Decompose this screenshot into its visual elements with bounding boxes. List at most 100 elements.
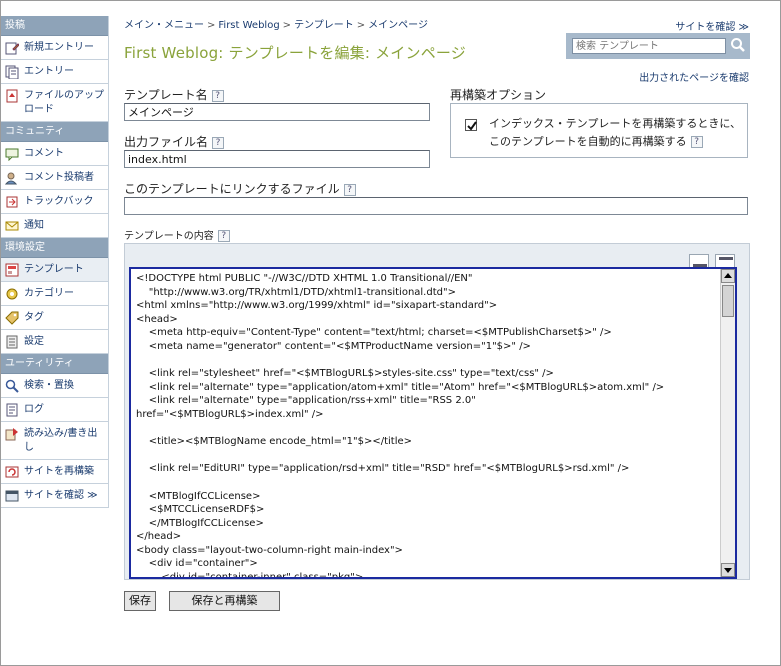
sidebar-item-label: コメント投稿者	[24, 172, 94, 183]
sidebar-item-settings[interactable]: 設定	[1, 330, 108, 354]
sidebar-item-log[interactable]: ログ	[1, 398, 108, 422]
breadcrumb-separator: >	[356, 20, 366, 31]
sidebar-item-label: 新規エントリー	[24, 42, 94, 53]
sidebar-section-header: コミュニティ	[1, 122, 108, 142]
linked-file-label-text: このテンプレートにリンクするファイル	[124, 182, 340, 196]
tag-icon	[5, 311, 19, 325]
template-icon	[5, 263, 19, 277]
sidebar-item-label: 通知	[24, 220, 44, 231]
template-code-text[interactable]: <!DOCTYPE html PUBLIC "-//W3C//DTD XHTML…	[136, 272, 716, 577]
commenter-icon	[4, 171, 19, 185]
sidebar-item-label: タグ	[24, 312, 44, 323]
sidebar-item-label: ファイルのアップロード	[24, 90, 104, 115]
output-file-input[interactable]	[124, 150, 430, 168]
help-icon[interactable]: ?	[212, 136, 225, 149]
scroll-down-icon[interactable]	[721, 563, 735, 577]
sidebar-item-label: 検索・置換	[24, 380, 74, 391]
rebuild-icon	[5, 465, 19, 479]
sidebar: 投稿新規エントリー エントリーファイルのアップロードコミュニティコメントコメント投…	[1, 16, 109, 508]
upload-icon	[5, 89, 19, 103]
sidebar-section-header: 投稿	[1, 16, 108, 36]
search-icon[interactable]	[730, 37, 746, 53]
view-published-page-link[interactable]: 出力されたページを確認	[639, 69, 749, 84]
sidebar-item-import-export[interactable]: 読み込み/書き出し	[1, 422, 108, 460]
sidebar-item-view-site[interactable]: サイトを確認 ≫	[1, 484, 108, 508]
template-name-label-text: テンプレート名	[124, 88, 208, 102]
breadcrumb-current: メインページ	[368, 20, 428, 31]
sidebar-item-label: サイトを再構築	[24, 466, 94, 477]
sidebar-item-label: カテゴリー	[24, 288, 74, 299]
sidebar-item-search[interactable]: 検索・置換	[1, 374, 108, 398]
linked-file-label: このテンプレートにリンクするファイル?	[124, 180, 356, 197]
sidebar-item-commenter[interactable]: コメント投稿者	[1, 166, 108, 190]
template-content-label: テンプレートの内容?	[124, 227, 230, 242]
sidebar-section-header: ユーティリティ	[1, 354, 108, 374]
search-box	[566, 33, 750, 59]
sidebar-section-header: 環境設定	[1, 238, 108, 258]
sidebar-item-new-entry[interactable]: 新規エントリー	[1, 36, 108, 60]
rebuild-options-box: インデックス・テンプレートを再構築するときに、このテンプレートを自動的に再構築す…	[450, 103, 748, 158]
trackback-icon	[5, 195, 19, 209]
template-code-editor[interactable]: <!DOCTYPE html PUBLIC "-//W3C//DTD XHTML…	[129, 267, 737, 579]
template-name-input[interactable]	[124, 103, 430, 121]
sidebar-item-notification[interactable]: 通知	[1, 214, 108, 238]
output-file-label: 出力ファイル名?	[124, 133, 225, 150]
breadcrumb-main-menu[interactable]: メイン・メニュー	[124, 20, 204, 31]
sidebar-item-entries[interactable]: エントリー	[1, 60, 108, 84]
sidebar-item-label: エントリー	[24, 66, 74, 77]
search-icon	[5, 379, 19, 393]
rebuild-option-label: インデックス・テンプレートを再構築するときに、このテンプレートを自動的に再構築す…	[489, 117, 742, 148]
breadcrumb-separator: >	[207, 20, 216, 31]
template-content-panel: <!DOCTYPE html PUBLIC "-//W3C//DTD XHTML…	[124, 243, 750, 580]
sidebar-item-label: テンプレート	[24, 264, 84, 275]
template-content-label-text: テンプレートの内容	[124, 231, 214, 242]
rebuild-checkbox[interactable]	[465, 119, 477, 131]
sidebar-item-template[interactable]: テンプレート	[1, 258, 108, 282]
editor-scrollbar[interactable]	[720, 269, 735, 577]
rebuild-option-text: インデックス・テンプレートを再構築するときに、このテンプレートを自動的に再構築す…	[489, 115, 741, 151]
breadcrumb-templates[interactable]: テンプレート	[294, 20, 354, 31]
sidebar-item-label: 読み込み/書き出し	[24, 428, 98, 453]
sidebar-item-comment[interactable]: コメント	[1, 142, 108, 166]
breadcrumb-separator: >	[282, 20, 292, 31]
page-title: First Weblog: テンプレートを編集: メインページ	[124, 44, 466, 62]
shrink-editor-icon[interactable]	[689, 254, 709, 268]
title-bar: First Weblog: テンプレートを編集: メインページ	[118, 33, 750, 63]
template-name-label: テンプレート名?	[124, 86, 224, 103]
sidebar-item-category[interactable]: カテゴリー	[1, 282, 108, 306]
breadcrumb-blog[interactable]: First Weblog	[218, 20, 279, 31]
sidebar-item-label: サイトを確認 ≫	[24, 490, 98, 501]
linked-file-input[interactable]	[124, 197, 748, 215]
checkmark-icon	[467, 121, 477, 131]
search-input[interactable]	[572, 38, 726, 54]
view-site-link[interactable]: サイトを確認 ≫	[675, 18, 749, 33]
sidebar-item-label: トラックバック	[24, 196, 94, 207]
help-icon[interactable]: ?	[211, 89, 224, 102]
scroll-up-icon[interactable]	[721, 269, 735, 283]
sidebar-item-rebuild[interactable]: サイトを再構築	[1, 460, 108, 484]
save-button[interactable]: 保存	[124, 591, 156, 611]
rebuild-options-label: 再構築オプション	[450, 88, 547, 102]
sidebar-item-label: コメント	[24, 148, 64, 159]
help-icon[interactable]: ?	[343, 183, 356, 196]
import-export-icon	[5, 427, 19, 441]
help-icon[interactable]: ?	[217, 230, 230, 242]
log-icon	[5, 403, 19, 417]
view-site-icon	[5, 489, 19, 503]
new-entry-icon	[5, 41, 20, 55]
output-file-label-text: 出力ファイル名	[124, 135, 209, 149]
sidebar-item-label: 設定	[24, 336, 44, 347]
save-and-rebuild-button[interactable]: 保存と再構築	[169, 591, 280, 611]
breadcrumb: メイン・メニュー > First Weblog > テンプレート > メインページ	[124, 16, 428, 31]
sidebar-item-trackback[interactable]: トラックバック	[1, 190, 108, 214]
sidebar-item-label: ログ	[24, 404, 44, 415]
expand-editor-icon[interactable]	[715, 254, 735, 268]
sidebar-item-upload[interactable]: ファイルのアップロード	[1, 84, 108, 122]
entries-icon	[5, 65, 19, 80]
category-icon	[5, 287, 19, 301]
sidebar-item-tag[interactable]: タグ	[1, 306, 108, 330]
notification-icon	[5, 219, 19, 233]
comment-icon	[5, 147, 19, 162]
scroll-thumb[interactable]	[722, 285, 734, 317]
help-icon[interactable]: ?	[690, 136, 703, 148]
